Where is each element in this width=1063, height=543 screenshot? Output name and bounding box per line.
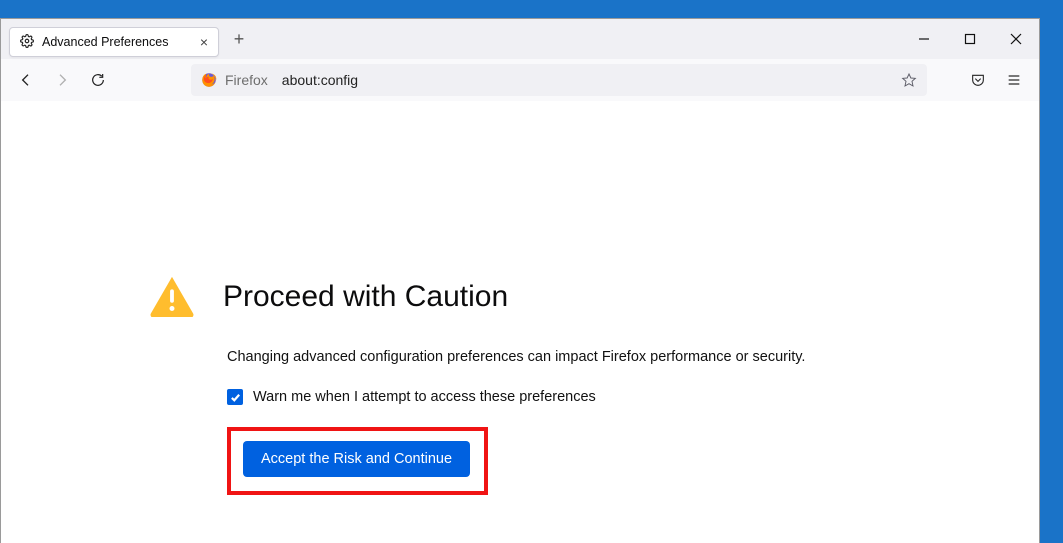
- warning-icon: [149, 275, 195, 319]
- toolbar: Firefox about:config: [1, 59, 1039, 101]
- pocket-icon[interactable]: [963, 65, 993, 95]
- urlbar-prefix: Firefox: [225, 72, 268, 88]
- desktop-background: [1040, 0, 1063, 543]
- forward-button[interactable]: [47, 65, 77, 95]
- minimize-button[interactable]: [901, 19, 947, 59]
- window-controls: [901, 19, 1039, 59]
- firefox-icon: [201, 72, 217, 88]
- warn-checkbox[interactable]: [227, 389, 243, 405]
- url-bar[interactable]: Firefox about:config: [191, 64, 927, 96]
- browser-window: Advanced Preferences × + Firefox about:c…: [0, 18, 1040, 543]
- maximize-button[interactable]: [947, 19, 993, 59]
- menu-button[interactable]: [999, 65, 1029, 95]
- close-tab-icon[interactable]: ×: [200, 34, 208, 50]
- urlbar-address: about:config: [282, 72, 358, 88]
- gear-icon: [20, 34, 34, 51]
- titlebar: Advanced Preferences × +: [1, 19, 1039, 59]
- highlight-box: Accept the Risk and Continue: [227, 427, 488, 495]
- page-title: Proceed with Caution: [223, 280, 508, 314]
- close-window-button[interactable]: [993, 19, 1039, 59]
- new-tab-button[interactable]: +: [225, 25, 253, 53]
- page-content: Proceed with Caution Changing advanced c…: [1, 101, 1039, 543]
- accept-risk-button[interactable]: Accept the Risk and Continue: [243, 441, 470, 477]
- bookmark-star-icon[interactable]: [901, 72, 917, 88]
- caution-description: Changing advanced configuration preferen…: [227, 349, 979, 365]
- tab-advanced-preferences[interactable]: Advanced Preferences ×: [9, 27, 219, 57]
- warn-checkbox-label: Warn me when I attempt to access these p…: [253, 389, 596, 405]
- back-button[interactable]: [11, 65, 41, 95]
- tab-title: Advanced Preferences: [42, 35, 168, 49]
- reload-button[interactable]: [83, 65, 113, 95]
